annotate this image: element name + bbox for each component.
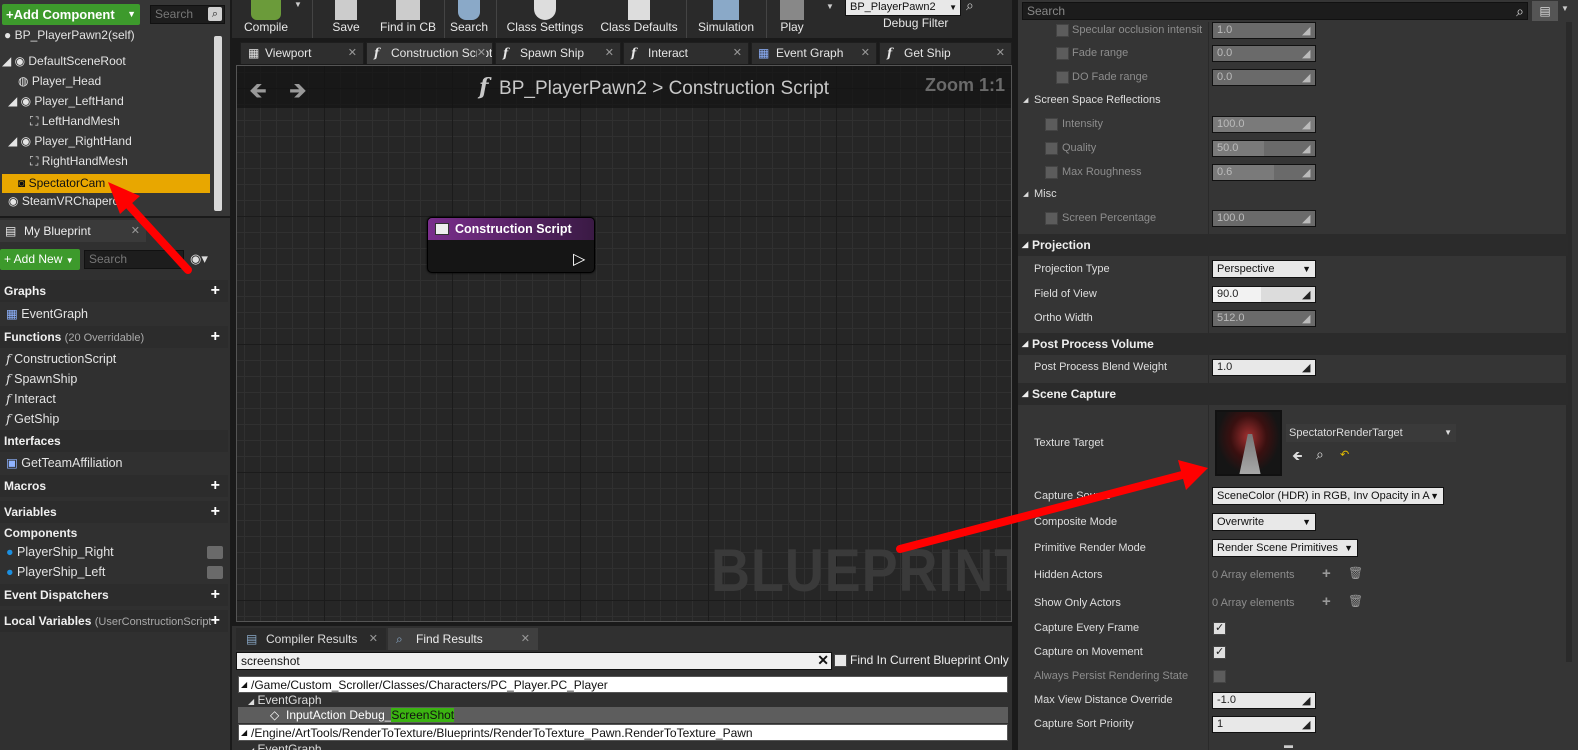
arrow-to-texture-target (896, 460, 1208, 553)
annotation-arrows (108, 182, 1208, 553)
arrow-to-spectatorcam (108, 182, 192, 274)
